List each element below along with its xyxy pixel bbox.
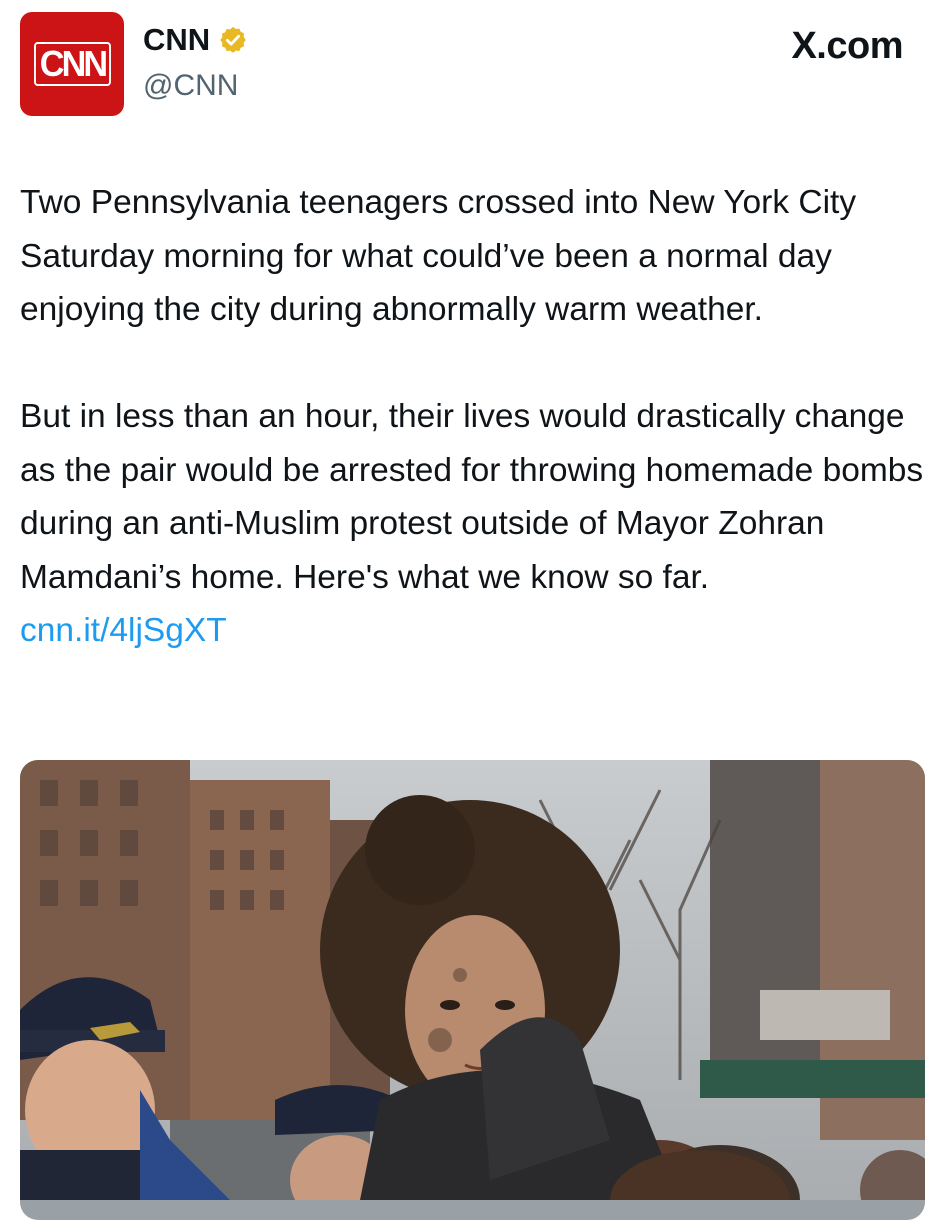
display-name[interactable]: CNN — [143, 22, 210, 58]
user-handle[interactable]: @CNN — [143, 68, 238, 104]
cnn-logo: CNN — [33, 42, 111, 86]
avatar[interactable]: CNN — [20, 12, 124, 116]
tweet-photo[interactable] — [20, 760, 925, 1220]
name-row: CNN — [143, 22, 248, 58]
verified-badge-icon — [218, 25, 248, 55]
tweet-paragraph-2-text: But in less than an hour, their lives wo… — [20, 398, 924, 596]
tweet-paragraph-2: But in less than an hour, their lives wo… — [20, 390, 925, 658]
tweet-paragraph-1: Two Pennsylvania teenagers crossed into … — [20, 184, 857, 328]
tweet-header: CNN CNN @CNN X.com — [0, 0, 945, 140]
tweet-text: Two Pennsylvania teenagers crossed into … — [20, 176, 925, 658]
site-label: X.com — [791, 25, 903, 67]
photo-scene — [20, 760, 925, 1200]
tweet-link[interactable]: cnn.it/4ljSgXT — [20, 612, 227, 649]
